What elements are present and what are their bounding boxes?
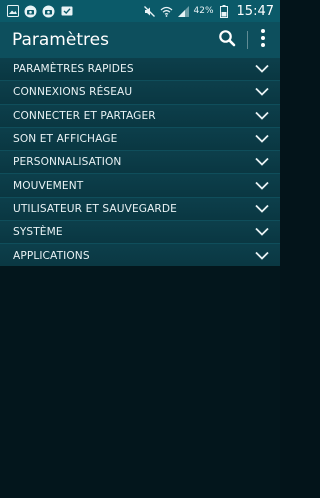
status-bar: 42% 15:47 xyxy=(0,0,280,22)
battery-icon xyxy=(218,4,231,18)
empty-area xyxy=(0,266,280,498)
category-label: APPLICATIONS xyxy=(13,249,90,262)
category-row-network-connections[interactable]: CONNEXIONS RÉSEAU xyxy=(0,81,280,105)
signal-icon xyxy=(177,5,190,18)
app-bar-actions xyxy=(215,22,272,58)
category-label: CONNEXIONS RÉSEAU xyxy=(13,86,133,99)
category-row-system[interactable]: SYSTÈME xyxy=(0,221,280,245)
chevron-down-icon xyxy=(255,158,269,167)
camera-icon xyxy=(42,5,55,18)
search-button[interactable] xyxy=(215,28,239,52)
chevron-down-icon xyxy=(255,111,269,120)
camera-icon xyxy=(24,5,37,18)
category-label: CONNECTER ET PARTAGER xyxy=(13,109,156,122)
category-row-connect-and-share[interactable]: CONNECTER ET PARTAGER xyxy=(0,104,280,128)
chevron-down-icon xyxy=(255,65,269,73)
category-label: PARAMÈTRES RAPIDES xyxy=(13,63,134,76)
chevron-down-icon xyxy=(255,181,269,190)
divider xyxy=(247,31,248,49)
settings-category-list: PARAMÈTRES RAPIDES CONNEXIONS RÉSEAU CON… xyxy=(0,58,280,268)
category-row-applications[interactable]: APPLICATIONS xyxy=(0,244,280,268)
category-label: SON ET AFFICHAGE xyxy=(13,133,118,146)
gallery-icon xyxy=(6,5,19,18)
category-label: SYSTÈME xyxy=(13,226,63,239)
chevron-down-icon xyxy=(255,204,269,213)
notification-icons xyxy=(6,5,73,18)
category-row-quick-settings[interactable]: PARAMÈTRES RAPIDES xyxy=(0,58,280,82)
page-title: Paramètres xyxy=(12,30,109,50)
chevron-down-icon xyxy=(255,134,269,143)
chevron-down-icon xyxy=(255,251,269,260)
mute-icon xyxy=(143,5,156,18)
category-row-sound-and-display[interactable]: SON ET AFFICHAGE xyxy=(0,127,280,152)
search-icon xyxy=(218,29,236,51)
more-options-button[interactable] xyxy=(254,28,272,52)
category-row-user-and-backup[interactable]: UTILISATEUR ET SAUVEGARDE xyxy=(0,197,280,222)
more-vert-icon xyxy=(260,28,266,52)
category-label: PERSONNALISATION xyxy=(13,156,122,169)
clock: 15:47 xyxy=(236,3,274,19)
category-label: MOUVEMENT xyxy=(13,179,84,192)
category-label: UTILISATEUR ET SAUVEGARDE xyxy=(13,202,177,215)
chevron-down-icon xyxy=(255,228,269,236)
category-row-motion[interactable]: MOUVEMENT xyxy=(0,174,280,198)
battery-percent: 42% xyxy=(193,6,214,16)
app-bar: Paramètres xyxy=(0,22,280,58)
mail-icon xyxy=(60,5,73,18)
category-row-personalization[interactable]: PERSONNALISATION xyxy=(0,151,280,175)
settings-screen: 42% 15:47 Paramètres PARAMÈTRES RAPIDES … xyxy=(0,0,280,498)
wifi-icon xyxy=(160,5,173,18)
system-icons: 42% 15:47 xyxy=(143,4,274,19)
chevron-down-icon xyxy=(255,88,269,97)
